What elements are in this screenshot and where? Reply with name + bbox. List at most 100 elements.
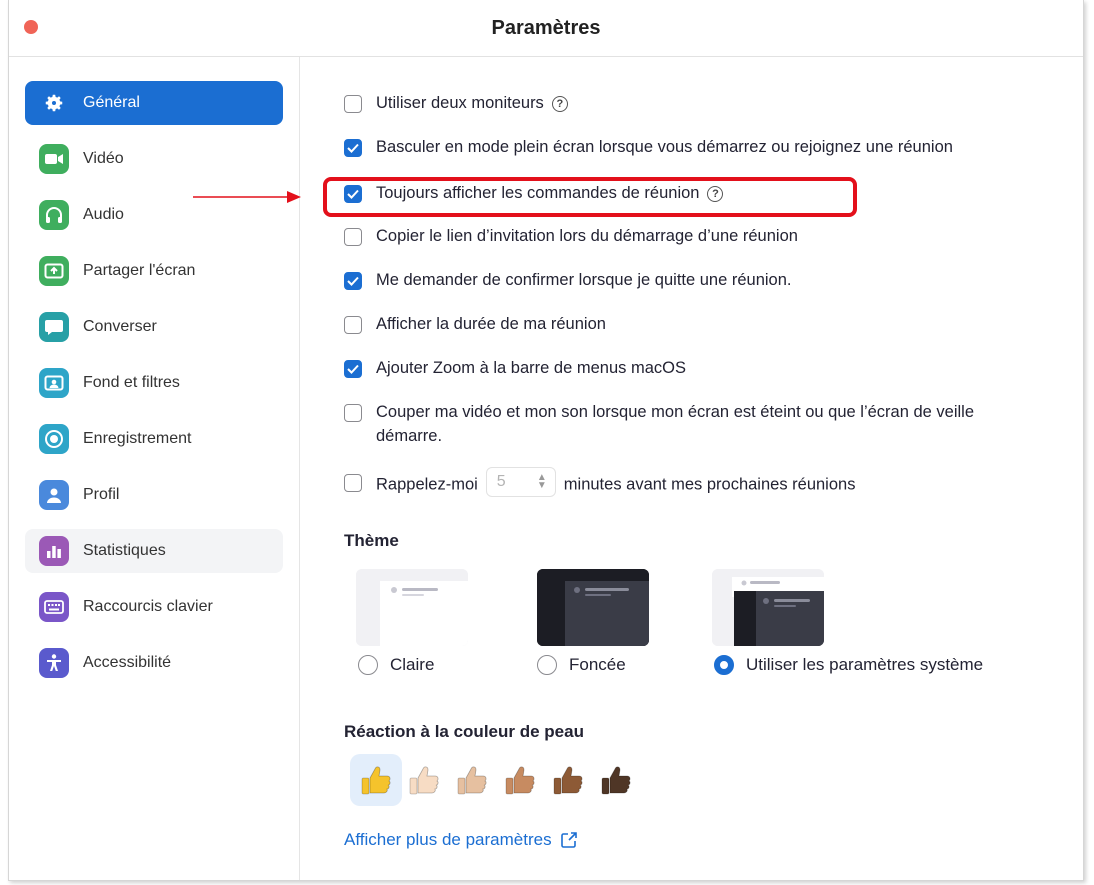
more-settings-link[interactable]: Afficher plus de paramètres — [344, 830, 578, 850]
thumbs-up-icon — [601, 766, 631, 795]
theme-dark-preview[interactable] — [537, 569, 649, 646]
option-label: Me demander de confirmer lorsque je quit… — [376, 271, 792, 289]
theme-dark-option[interactable]: Foncée — [537, 655, 626, 675]
sidebar-item-profile[interactable]: Profil — [25, 473, 283, 517]
option-mute-on-screensaver[interactable]: Couper ma vidéo et mon son lorsque mon é… — [344, 403, 1014, 448]
reminder-minutes-stepper[interactable]: 5 ▲ ▼ — [485, 467, 556, 497]
checkbox-copy-invite-link[interactable] — [344, 228, 362, 246]
sidebar-item-label: Enregistrement — [83, 430, 192, 447]
sidebar-item-recording[interactable]: Enregistrement — [25, 417, 283, 461]
window-title: Paramètres — [491, 17, 601, 39]
sidebar-item-label: Général — [83, 94, 140, 111]
general-settings-panel: Utiliser deux moniteurs? Basculer en mod… — [300, 57, 1083, 880]
sidebar-item-background[interactable]: Fond et filtres — [25, 361, 283, 405]
option-always-show-controls[interactable]: Toujours afficher les commandes de réuni… — [344, 184, 724, 205]
skin-tone-section-title: Réaction à la couleur de peau — [344, 722, 584, 741]
stepper-value: 5 — [496, 473, 506, 490]
thumbs-up-icon — [553, 766, 583, 795]
record-icon — [39, 424, 69, 454]
chat-bubble-icon — [39, 312, 69, 342]
option-label: Copier le lien d’invitation lors du déma… — [376, 227, 798, 245]
sidebar-item-label: Partager l'écran — [83, 262, 196, 279]
gear-icon — [39, 88, 69, 118]
settings-sidebar: Général Vidéo Audio Partager l'écran Con — [9, 57, 300, 880]
option-copy-invite-link[interactable]: Copier le lien d’invitation lors du déma… — [344, 227, 798, 248]
theme-system-preview[interactable] — [712, 569, 824, 646]
checkbox-mute-on-screensaver[interactable] — [344, 404, 362, 422]
checkbox-always-show-controls[interactable] — [344, 185, 362, 203]
sidebar-item-share-screen[interactable]: Partager l'écran — [25, 249, 283, 293]
sidebar-item-label: Profil — [83, 486, 120, 503]
sidebar-item-label: Audio — [83, 206, 124, 223]
sidebar-item-general[interactable]: Général — [25, 81, 283, 125]
thumbs-up-icon — [505, 766, 535, 795]
bar-chart-icon — [39, 536, 69, 566]
skin-tone-option[interactable] — [398, 754, 450, 806]
share-screen-icon — [39, 256, 69, 286]
skin-tone-option[interactable] — [542, 754, 594, 806]
annotation-arrow — [193, 191, 301, 203]
skin-tone-option[interactable] — [590, 754, 642, 806]
checkbox-reminder[interactable] — [344, 474, 362, 492]
checkbox-fullscreen[interactable] — [344, 139, 362, 157]
settings-window: Paramètres Général Vidéo Audio Partager … — [8, 0, 1084, 881]
help-icon[interactable]: ? — [551, 95, 568, 112]
option-label: Toujours afficher les commandes de réuni… — [376, 184, 700, 202]
option-label: Ajouter Zoom à la barre de menus macOS — [376, 359, 686, 377]
option-label: Rappelez-moi — [376, 475, 478, 494]
title-bar: Paramètres — [9, 0, 1083, 57]
theme-section-title: Thème — [344, 531, 399, 550]
checkbox-show-duration[interactable] — [344, 316, 362, 334]
radio-theme-dark[interactable] — [537, 655, 557, 675]
radio-label: Claire — [390, 655, 435, 674]
checkmark-icon — [347, 143, 359, 153]
sidebar-item-label: Raccourcis clavier — [83, 598, 213, 615]
sidebar-item-keyboard-shortcuts[interactable]: Raccourcis clavier — [25, 585, 283, 629]
sidebar-item-label: Statistiques — [83, 542, 166, 559]
thumbs-up-icon — [361, 766, 391, 795]
more-settings-label: Afficher plus de paramètres — [344, 830, 552, 849]
radio-label: Utiliser les paramètres système — [746, 655, 984, 674]
headphones-icon — [39, 200, 69, 230]
sidebar-item-statistics[interactable]: Statistiques — [25, 529, 283, 573]
profile-icon — [39, 480, 69, 510]
theme-system-option[interactable]: Utiliser les paramètres système — [714, 655, 983, 675]
checkbox-menu-bar[interactable] — [344, 360, 362, 378]
sidebar-item-video[interactable]: Vidéo — [25, 137, 283, 181]
option-confirm-leave[interactable]: Me demander de confirmer lorsque je quit… — [344, 271, 792, 292]
background-portrait-icon — [39, 368, 69, 398]
radio-label: Foncée — [569, 655, 626, 674]
option-label: Utiliser deux moniteurs — [376, 94, 544, 112]
theme-light-preview[interactable] — [356, 569, 468, 646]
sidebar-item-chat[interactable]: Converser — [25, 305, 283, 349]
option-menu-bar[interactable]: Ajouter Zoom à la barre de menus macOS — [344, 359, 686, 380]
checkmark-icon — [347, 276, 359, 286]
accessibility-icon — [39, 648, 69, 678]
radio-theme-light[interactable] — [358, 655, 378, 675]
skin-tone-option[interactable] — [494, 754, 546, 806]
stepper-arrows-icon[interactable]: ▲ ▼ — [537, 473, 547, 491]
thumbs-up-icon — [457, 766, 487, 795]
skin-tone-option[interactable] — [350, 754, 402, 806]
option-fullscreen[interactable]: Basculer en mode plein écran lorsque vou… — [344, 138, 953, 159]
sidebar-item-label: Fond et filtres — [83, 374, 180, 391]
reminder-suffix-label: minutes avant mes prochaines réunions — [563, 475, 856, 494]
option-label: Afficher la durée de ma réunion — [376, 315, 606, 333]
option-label: Couper ma vidéo et mon son lorsque mon é… — [376, 403, 975, 445]
video-camera-icon — [39, 144, 69, 174]
checkbox-confirm-leave[interactable] — [344, 272, 362, 290]
keyboard-icon — [39, 592, 69, 622]
sidebar-item-label: Converser — [83, 318, 157, 335]
thumbs-up-icon — [409, 766, 439, 795]
help-icon[interactable]: ? — [707, 185, 724, 202]
option-dual-monitors[interactable]: Utiliser deux moniteurs? — [344, 94, 568, 115]
option-reminder[interactable]: Rappelez-moi 5 ▲ ▼ minutes avant mes prochai… — [344, 467, 856, 500]
skin-tone-option[interactable] — [446, 754, 498, 806]
option-show-duration[interactable]: Afficher la durée de ma réunion — [344, 315, 606, 336]
radio-theme-system[interactable] — [714, 655, 734, 675]
option-label: Basculer en mode plein écran lorsque vou… — [376, 138, 953, 156]
checkbox-dual-monitors[interactable] — [344, 95, 362, 113]
theme-light-option[interactable]: Claire — [358, 655, 434, 675]
sidebar-item-accessibility[interactable]: Accessibilité — [25, 641, 283, 685]
checkmark-icon — [347, 189, 359, 199]
